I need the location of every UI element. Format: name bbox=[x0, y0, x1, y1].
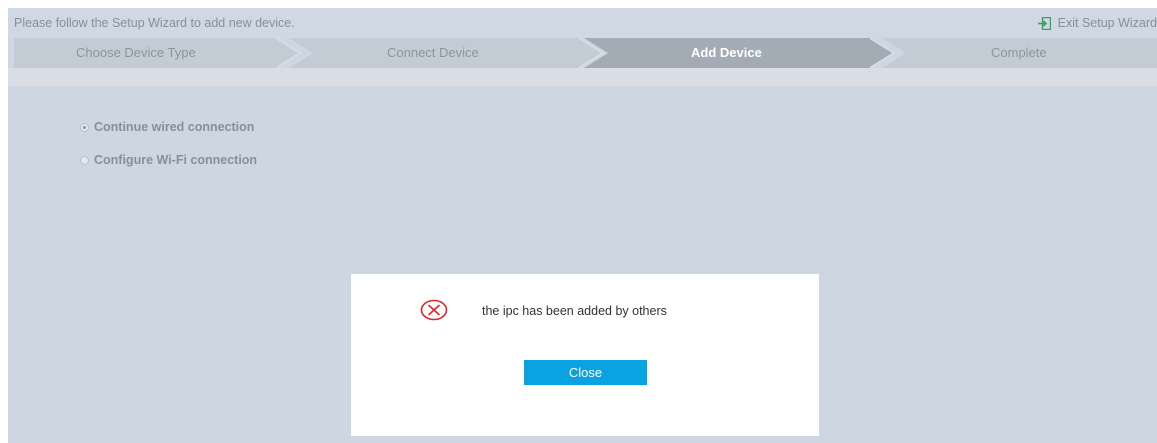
step-add-device[interactable]: Add Device bbox=[691, 45, 762, 60]
radio-continue-wired[interactable] bbox=[80, 122, 89, 132]
wizard-header: Please follow the Setup Wizard to add ne… bbox=[8, 8, 1157, 38]
error-message: the ipc has been added by others bbox=[482, 304, 667, 318]
option-continue-wired[interactable]: Continue wired connection bbox=[80, 120, 254, 134]
step-complete[interactable]: Complete bbox=[991, 45, 1047, 60]
option-label-continue-wired: Continue wired connection bbox=[94, 120, 255, 134]
close-button[interactable]: Close bbox=[524, 360, 647, 385]
option-configure-wifi[interactable]: Configure Wi-Fi connection bbox=[80, 153, 257, 167]
steps-divider-strip bbox=[8, 68, 1157, 86]
error-circle-x-icon bbox=[420, 299, 448, 321]
exit-arrow-icon bbox=[1037, 16, 1051, 30]
exit-setup-wizard-link[interactable]: Exit Setup Wizard bbox=[1037, 14, 1157, 32]
wizard-instruction: Please follow the Setup Wizard to add ne… bbox=[14, 16, 295, 30]
wizard-steps: Choose Device Type Connect Device Add De… bbox=[14, 38, 1157, 68]
error-dialog: the ipc has been added by others Close bbox=[351, 274, 819, 436]
radio-configure-wifi[interactable] bbox=[80, 155, 89, 165]
step-connect-device[interactable]: Connect Device bbox=[387, 45, 479, 60]
step-choose-device-type[interactable]: Choose Device Type bbox=[76, 45, 196, 60]
option-label-configure-wifi: Configure Wi-Fi connection bbox=[94, 153, 258, 167]
exit-setup-wizard-label: Exit Setup Wizard bbox=[1057, 16, 1157, 30]
